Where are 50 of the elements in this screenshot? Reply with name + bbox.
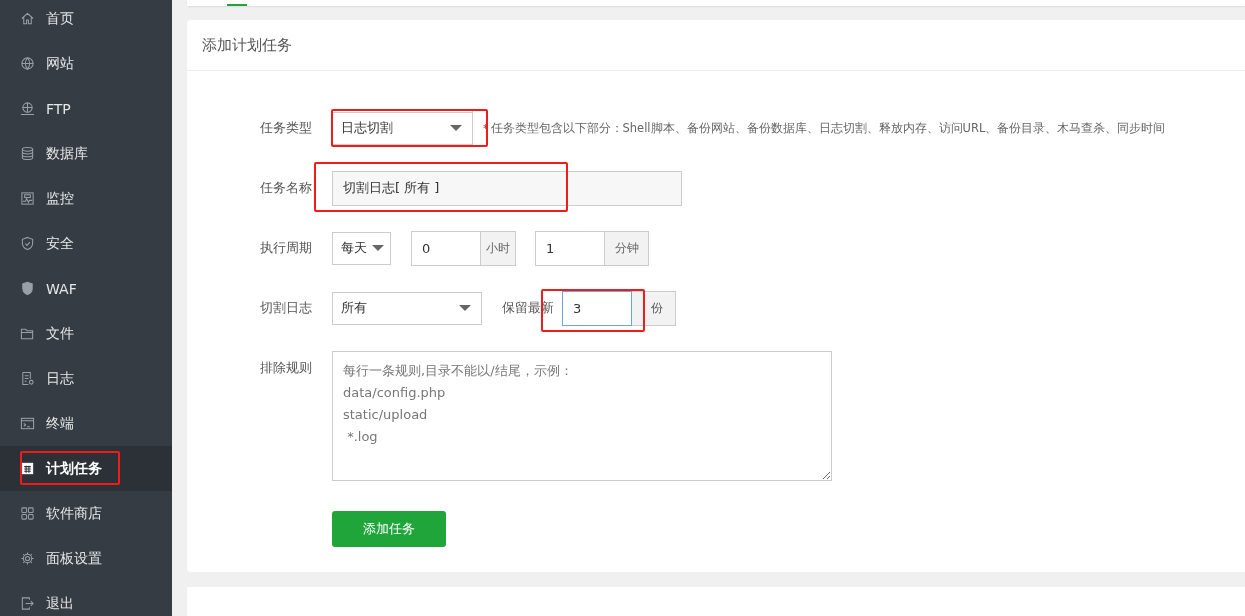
waf-icon: [20, 281, 35, 296]
cal-icon: [20, 461, 35, 476]
shield-icon: [20, 236, 35, 251]
sidebar-item[interactable]: 面板设置: [0, 536, 172, 581]
field-label: 排除规则: [260, 358, 313, 377]
db-icon: [20, 146, 35, 161]
hour-field[interactable]: 0: [411, 230, 481, 266]
unit-label: 份: [632, 290, 676, 326]
log-select[interactable]: 所有: [332, 291, 482, 325]
sidebar-item[interactable]: 首页: [0, 0, 172, 41]
hint-text: 任务类型包含以下部分：Shell脚本、备份网站、备份数据库、日志切割、释放内存、访问URL、备份目录、木马查杀、同步时间: [490, 120, 1166, 136]
sidebar-item[interactable]: 退出: [0, 581, 172, 616]
sidebar-item[interactable]: 文件: [0, 311, 172, 356]
task-name-field[interactable]: 切割日志[ 所有 ]: [332, 170, 682, 206]
ftp-icon: [20, 101, 35, 116]
sidebar-item[interactable]: WAF: [0, 266, 172, 311]
panel-title: 添加计划任务: [187, 19, 1245, 71]
task-type-select[interactable]: 日志切割: [332, 111, 472, 145]
sidebar-item[interactable]: 终端: [0, 401, 172, 446]
grid-icon: [20, 506, 35, 521]
sidebar-item[interactable]: 网站: [0, 41, 172, 86]
field-label: 切割日志: [260, 299, 313, 318]
gear-icon: [20, 551, 35, 566]
minute-field[interactable]: 1: [535, 230, 605, 266]
globe-icon: [20, 56, 35, 71]
sidebar-item[interactable]: 计划任务: [0, 446, 172, 491]
unit-label: 分钟: [605, 230, 649, 266]
caret-icon: [450, 125, 462, 132]
sidebar-item[interactable]: 安全: [0, 221, 172, 266]
monitor-icon: [20, 191, 35, 206]
caret-icon: [372, 245, 384, 252]
sidebar-item[interactable]: FTP: [0, 86, 172, 131]
field-label: 任务类型: [260, 119, 313, 138]
exit-icon: [20, 596, 35, 611]
sidebar-item[interactable]: 软件商店: [0, 491, 172, 536]
sidebar-item[interactable]: 监控: [0, 176, 172, 221]
home-icon: [20, 11, 35, 26]
term-icon: [20, 416, 35, 431]
log-icon: [20, 371, 35, 386]
field-label: 执行周期: [260, 239, 313, 258]
sidebar-item[interactable]: 数据库: [0, 131, 172, 176]
caret-icon: [459, 305, 471, 312]
keep-count-field[interactable]: 3: [562, 290, 632, 326]
active-tab-indicator: [227, 3, 247, 6]
field-label: 任务名称: [260, 179, 313, 198]
exclude-rules-field[interactable]: 每行一条规则,目录不能以/结尾，示例： data/config.php static/upload *.log: [332, 350, 832, 481]
sidebar-item[interactable]: 日志: [0, 356, 172, 401]
cycle-select[interactable]: 每天: [332, 231, 391, 265]
unit-label: 小时: [481, 230, 516, 266]
folder-icon: [20, 326, 35, 341]
